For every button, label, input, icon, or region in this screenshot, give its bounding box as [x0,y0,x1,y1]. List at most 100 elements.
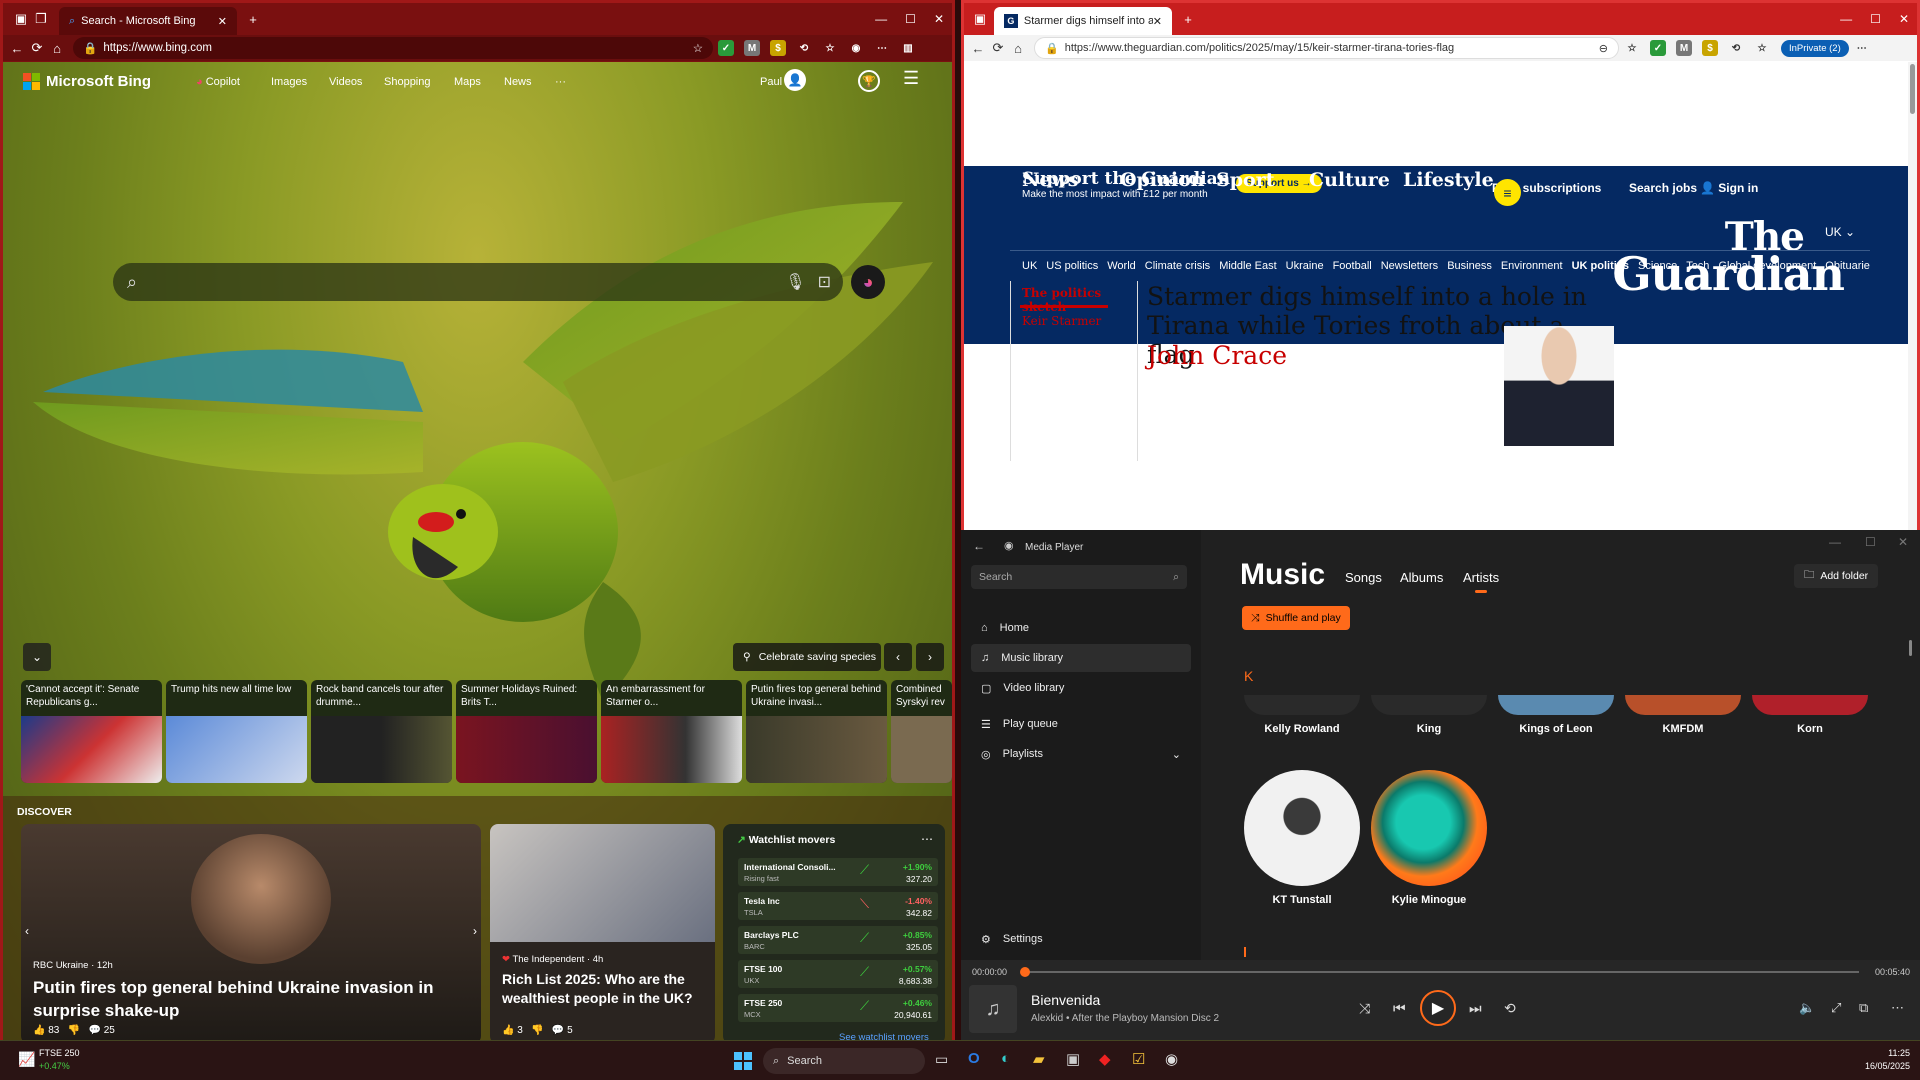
profile-icon[interactable]: ◉ [848,40,864,56]
new-tab-icon[interactable]: + [1178,9,1198,29]
favorite-star-icon[interactable]: ☆ [693,41,703,55]
pillar-lifestyle[interactable]: Lifestyle [1403,169,1494,191]
search-jobs-link[interactable]: Search jobs [1629,181,1697,195]
artist-name[interactable]: King [1369,723,1489,735]
story-next-icon[interactable]: › [473,924,477,938]
more-options-icon[interactable]: ⋯ [1891,1000,1904,1016]
sidebar-item-playlists[interactable]: ◎ Playlists ⌄ [971,740,1191,768]
extension-m-icon[interactable]: M [1676,40,1692,56]
favorites-icon[interactable]: ☆ [822,40,838,56]
letter-group-header[interactable]: K [1244,668,1253,684]
artist-image[interactable] [1371,770,1487,886]
task-view-icon[interactable]: ▭ [935,1051,948,1068]
artist-image[interactable] [1625,695,1741,715]
story-prev-icon[interactable]: ‹ [25,924,29,938]
sidebar-item-video-library[interactable]: ▢ Video library [971,674,1191,702]
artist-name[interactable]: KT Tunstall [1242,894,1362,906]
watchlist-row[interactable]: Barclays PLC BARC ⟋ +0.85% 325.05 [738,926,938,954]
maximize-icon[interactable]: ☐ [1865,535,1876,549]
subnav-item[interactable]: UK [1022,260,1037,272]
news-card[interactable]: Summer Holidays Ruined: Brits T... [456,680,597,783]
maximize-icon[interactable]: ☐ [905,12,916,26]
stock-widget-icon[interactable]: 📈 [18,1051,35,1068]
tab-actions-icon[interactable]: ▣ [970,9,990,29]
seek-bar[interactable] [1020,967,1859,977]
nav-news[interactable]: News [504,76,532,88]
home-icon[interactable]: ⌂ [47,38,67,58]
watchlist-row[interactable]: Tesla Inc TSLA ⟍ -1.40% 342.82 [738,892,938,920]
sidebar-item-music-library[interactable]: ♫ Music library [971,644,1191,672]
favorite-star-icon[interactable]: ☆ [1624,40,1640,56]
outlook-icon[interactable]: O [968,1050,980,1067]
artist-image[interactable] [1244,770,1360,886]
pillar-culture[interactable]: Culture [1309,169,1390,191]
app-icon[interactable]: ▣ [1066,1050,1080,1068]
album-art-placeholder-icon[interactable]: ♫ [969,985,1017,1033]
watchlist-row[interactable]: FTSE 250 MCX ⟋ +0.46% 20,940.61 [738,994,938,1022]
article-kicker[interactable]: The politics sketch [1022,286,1132,314]
artist-name[interactable]: Kylie Minogue [1369,894,1489,906]
prev-image-icon[interactable]: ‹ [884,643,912,671]
pillar-opinion[interactable]: Opinion [1120,169,1205,191]
workspaces-icon[interactable]: ▣ [11,9,31,29]
nav-images[interactable]: Images [271,76,307,88]
search-box[interactable]: ⌕ 🎙 ⊡ [113,263,843,301]
favorites-icon[interactable]: ☆ [1754,40,1770,56]
subnav-item[interactable]: Environment [1501,260,1563,272]
collapse-chevron-icon[interactable]: ⌄ [23,643,51,671]
taskbar-search[interactable]: ⌕ Search [763,1048,925,1074]
tab-albums[interactable]: Albums [1400,570,1443,585]
article-tag[interactable]: Keir Starmer [1022,314,1101,328]
scrollbar[interactable] [1908,62,1917,530]
app-yellow-icon[interactable]: ☑ [1132,1050,1145,1068]
edge-icon[interactable]: ◐ [1001,1050,1010,1067]
next-track-icon[interactable]: ⏭ [1469,1000,1482,1017]
previous-track-icon[interactable]: ⏮ [1393,1000,1406,1017]
subnav-item[interactable]: World [1107,260,1136,272]
subnav-item[interactable]: Science [1638,260,1677,272]
artist-image[interactable] [1371,695,1487,715]
visual-search-icon[interactable]: ⊡ [818,272,831,292]
pillar-sport[interactable]: Sport [1216,169,1274,191]
subnav-item[interactable]: UK politics [1572,260,1629,272]
shuffle-icon[interactable]: ⤨ [1359,1000,1370,1017]
main-story-card[interactable]: RBC Ukraine · 12h Putin fires top genera… [21,824,481,1040]
nav-maps[interactable]: Maps [454,76,481,88]
nav-more[interactable]: ··· [555,76,566,88]
news-card[interactable]: Combined Syrskyi rev [891,680,952,783]
track-title[interactable]: Bienvenida [1031,992,1100,1008]
minimize-icon[interactable]: — [875,12,887,26]
sync-icon[interactable]: ⟲ [796,40,812,56]
widget-ticker[interactable]: FTSE 250 [39,1048,80,1058]
volume-icon[interactable]: 🔈 [1799,1000,1815,1016]
artist-image[interactable] [1498,695,1614,715]
repeat-icon[interactable]: ⟲ [1504,1000,1516,1017]
subnav-item[interactable]: Climate crisis [1145,260,1210,272]
nav-shopping[interactable]: Shopping [384,76,431,88]
home-icon[interactable]: ⌂ [1008,38,1028,58]
track-artist-album[interactable]: Alexkid • After the Playboy Mansion Disc… [1031,1013,1219,1024]
subnav-item[interactable]: US politics [1046,260,1098,272]
celebrate-button[interactable]: ⚲ Celebrate saving species [733,643,881,671]
hamburger-menu-icon[interactable]: ☰ [903,68,919,89]
sidebar-item-settings[interactable]: ⚙ Settings [971,925,1191,953]
artist-name[interactable]: Korn [1750,723,1870,735]
avatar[interactable]: 👤 [784,69,806,91]
tab-bing[interactable]: ⌕ Search - Microsoft Bing ✕ [59,7,237,35]
subnav-item[interactable]: Business [1447,260,1492,272]
extension-wallet-icon[interactable]: $ [1702,40,1718,56]
sidebar-item-play-queue[interactable]: ☰ Play queue [971,710,1191,738]
subnav-item[interactable]: Global development [1718,260,1816,272]
user-name[interactable]: Paul [760,76,782,88]
bing-logo[interactable]: Microsoft Bing [23,73,151,90]
news-card[interactable]: An embarrassment for Starmer o... [601,680,742,783]
minimize-icon[interactable]: — [1829,535,1841,549]
close-tab-icon[interactable]: ✕ [1153,15,1162,28]
extension-check-icon[interactable]: ✓ [718,40,734,56]
minimize-icon[interactable]: — [1840,12,1852,26]
play-button[interactable]: ▶ [1420,990,1456,1026]
close-window-icon[interactable]: ✕ [1898,535,1908,549]
close-window-icon[interactable]: ✕ [934,12,944,26]
nav-copilot[interactable]: ◕ Copilot [196,76,240,88]
sign-in-link[interactable]: 👤 Sign in [1700,181,1758,195]
